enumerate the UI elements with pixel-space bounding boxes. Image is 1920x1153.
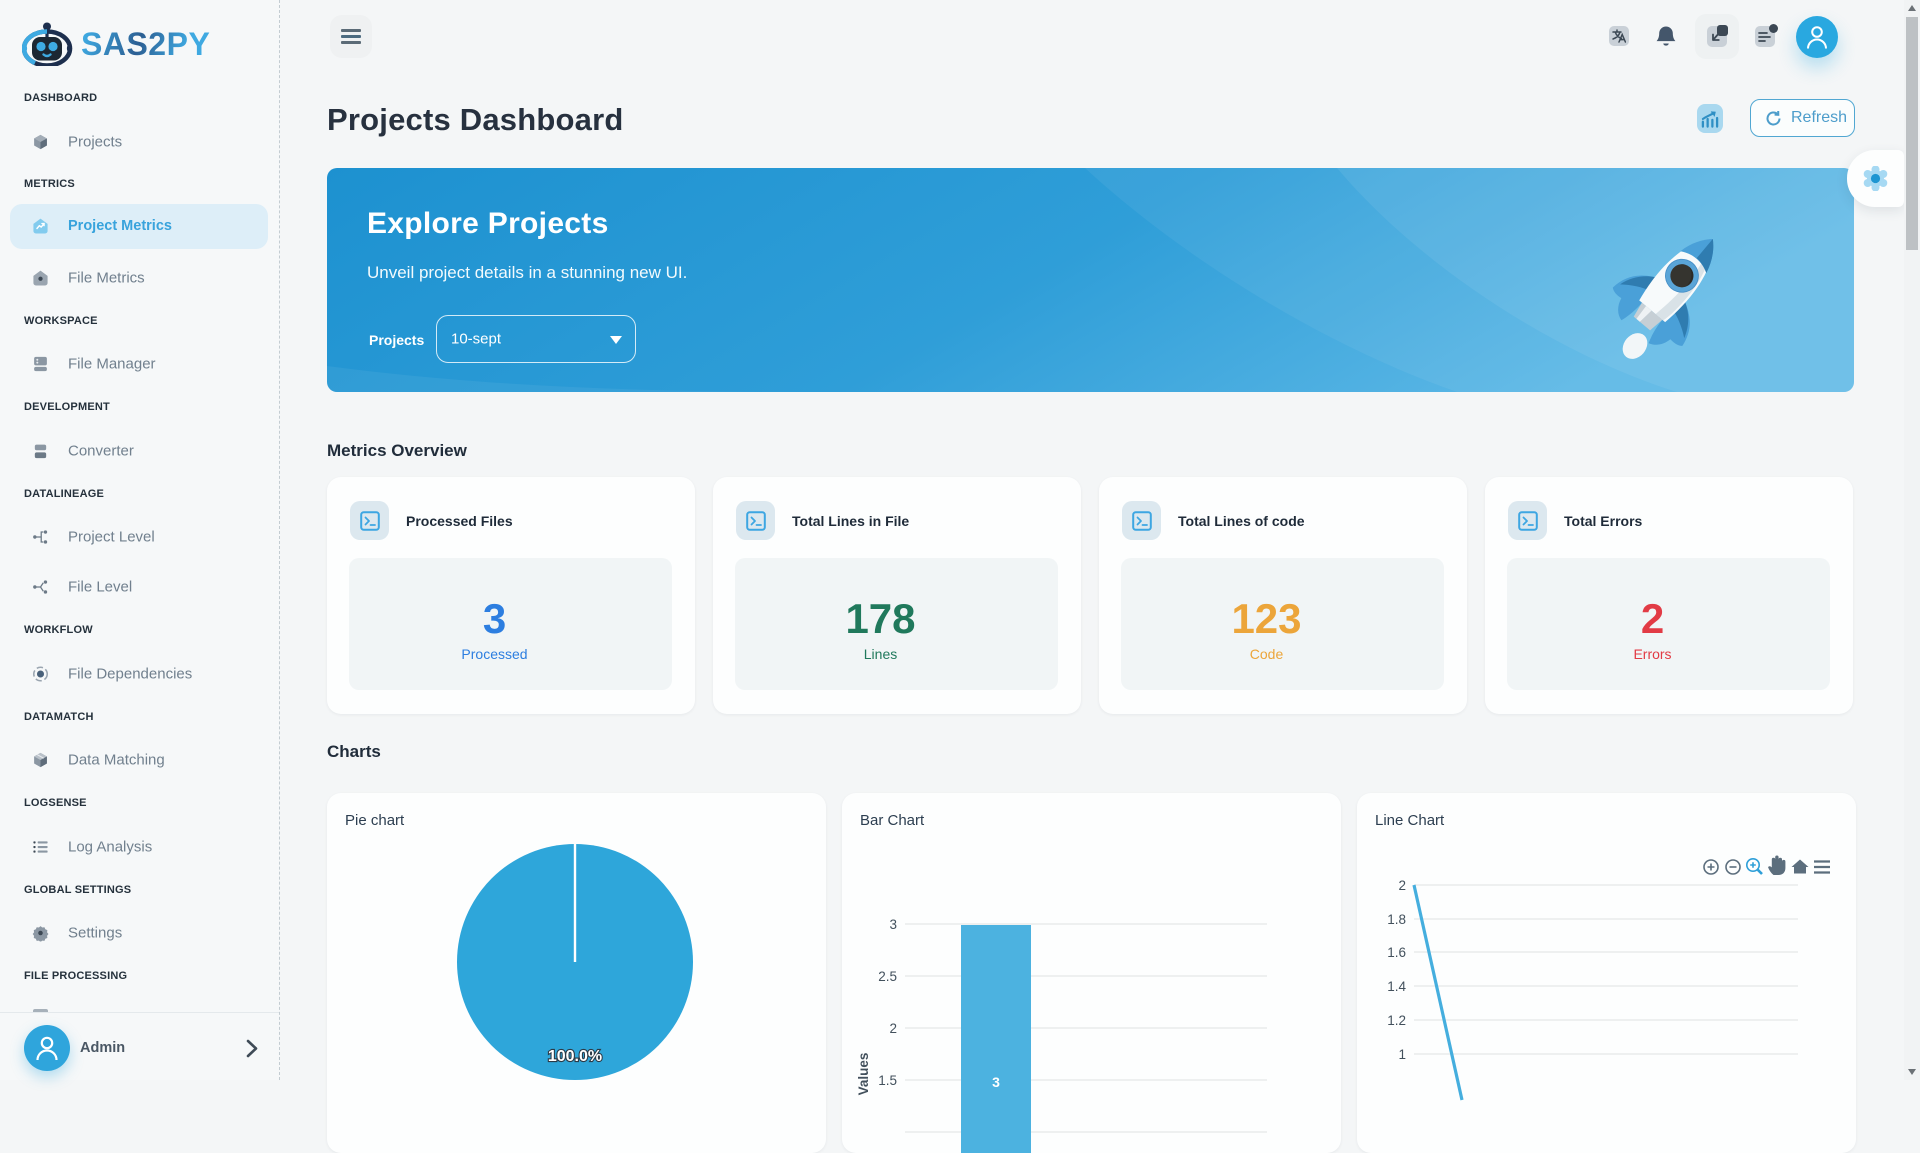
svg-text:2: 2 bbox=[1398, 878, 1406, 893]
svg-text:1.5: 1.5 bbox=[878, 1073, 897, 1088]
svg-text:1.4: 1.4 bbox=[1387, 979, 1406, 994]
svg-text:1.6: 1.6 bbox=[1387, 945, 1406, 960]
svg-text:3: 3 bbox=[992, 1074, 1000, 1090]
svg-text:2.5: 2.5 bbox=[878, 969, 897, 984]
svg-text:1.8: 1.8 bbox=[1387, 912, 1406, 927]
svg-text:3: 3 bbox=[889, 917, 897, 932]
svg-text:Values: Values bbox=[856, 1053, 871, 1096]
svg-text:1: 1 bbox=[1398, 1047, 1406, 1062]
svg-text:100.0%: 100.0% bbox=[548, 1048, 602, 1065]
svg-text:2: 2 bbox=[889, 1021, 897, 1036]
svg-text:1.2: 1.2 bbox=[1387, 1013, 1406, 1028]
